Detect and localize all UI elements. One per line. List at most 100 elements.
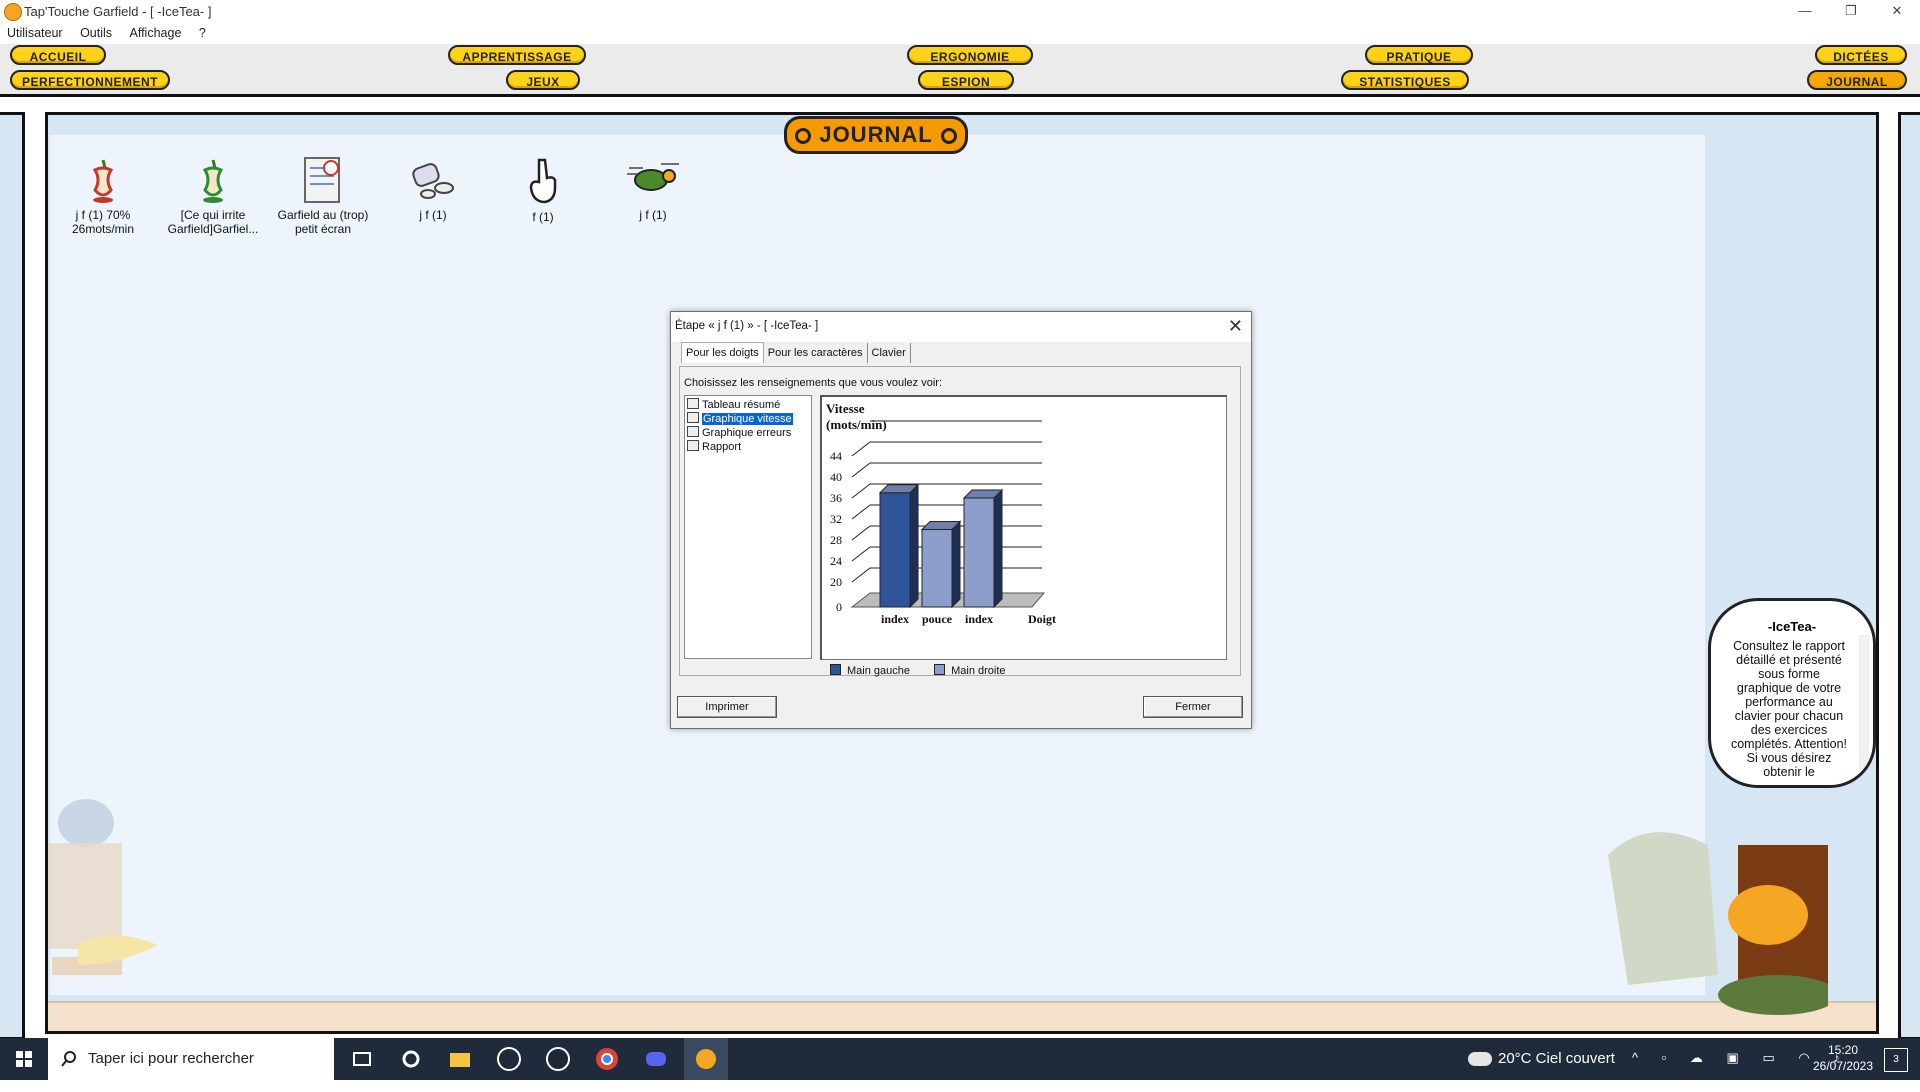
chart-title: (mots/min) bbox=[826, 417, 887, 432]
speed-chart: Vitesse (mots/min) 0 20 24 28 32 36 40 44 index pou… bbox=[820, 395, 1227, 660]
turtle-icon bbox=[627, 163, 679, 191]
dialog-title: Étape « j f (1) » - [ -IceTea- ] bbox=[675, 320, 819, 332]
tree-item-rapport[interactable]: Rapport bbox=[687, 440, 741, 453]
clock[interactable]: 15:20 26/07/2023 bbox=[1798, 1042, 1888, 1074]
chart-icon bbox=[687, 412, 699, 423]
chart-y-tick-label: 32 bbox=[830, 512, 842, 526]
nav-apprentissage-button[interactable]: APPRENTISSAGE bbox=[448, 45, 586, 65]
chart-y-tick-label: 40 bbox=[830, 470, 842, 484]
garfield-taskbar-icon[interactable] bbox=[684, 1038, 728, 1080]
dialog-tabs: Pour les doigts Pour les caractères Clavie… bbox=[681, 342, 911, 366]
nav-dictees-button[interactable]: DICTÉES bbox=[1815, 45, 1907, 65]
chart-title: Vitesse bbox=[826, 401, 865, 416]
nav-espion-button[interactable]: ESPION bbox=[918, 70, 1014, 90]
chart-gridline-slant bbox=[851, 504, 871, 520]
legend-swatch-main-droite bbox=[934, 664, 946, 675]
journal-entry[interactable]: Garfield au (trop) petit écran bbox=[273, 156, 373, 236]
garfield-app-icon bbox=[4, 3, 22, 21]
chart-y-tick-label: 0 bbox=[836, 600, 842, 614]
window-title: Tap'Touche Garfield - [ -IceTea- ] bbox=[24, 4, 212, 19]
chart-bar-side bbox=[993, 488, 1003, 609]
minimize-button[interactable]: — bbox=[1782, 0, 1828, 24]
dialog-title-bar: Étape « j f (1) » - [ -IceTea- ] ✕ bbox=[671, 312, 1251, 342]
taskbar-search-box[interactable]: Taper ici pour rechercher bbox=[48, 1038, 334, 1080]
chart-bar bbox=[921, 529, 953, 608]
chart-gridline-slant bbox=[851, 441, 871, 457]
tab-pour-les-caracteres[interactable]: Pour les caractères bbox=[764, 343, 868, 363]
notifications-icon[interactable]: 3 bbox=[1884, 1048, 1908, 1072]
tree-item-tableau-resume[interactable]: Tableau résumé bbox=[687, 398, 780, 411]
journal-entry[interactable]: f (1) bbox=[493, 156, 593, 224]
left-panel-edge bbox=[0, 112, 25, 1040]
tab-panel: Choisissez les renseignements que vous v… bbox=[679, 366, 1241, 677]
chart-y-tick-label: 20 bbox=[830, 575, 842, 589]
nav-accueil-button[interactable]: ACCUEIL bbox=[10, 45, 106, 65]
settings-icon[interactable] bbox=[397, 1045, 425, 1073]
file-explorer-icon[interactable] bbox=[446, 1045, 474, 1073]
journal-entry-label: j f (1) 70% 26mots/min bbox=[71, 208, 135, 236]
menu-affichage[interactable]: Affichage bbox=[123, 24, 189, 42]
menu-help[interactable]: ? bbox=[192, 24, 213, 42]
apple-core-icon bbox=[202, 159, 224, 203]
notification-count: 3 bbox=[1893, 1054, 1899, 1065]
journal-entry[interactable]: j f (1) bbox=[603, 156, 703, 222]
chart-y-tick-label: 36 bbox=[830, 491, 842, 505]
legend-swatch-main-gauche bbox=[830, 664, 841, 675]
fermer-button[interactable]: Fermer bbox=[1143, 696, 1243, 718]
speed-chart-svg: Vitesse(mots/min) 0 20 24 28 32 36 40 44 index pou… bbox=[826, 401, 1056, 626]
bubble-scrollbar[interactable] bbox=[1859, 635, 1869, 775]
chart-x-tick-label: index bbox=[881, 612, 909, 626]
chart-y-tick-label: 28 bbox=[830, 533, 842, 547]
legend-main-droite: Main droite bbox=[951, 665, 1006, 677]
bubble-user-name: -IceTea- bbox=[1767, 619, 1817, 634]
menu-utilisateur[interactable]: Utilisateur bbox=[0, 24, 70, 42]
tab-clavier[interactable]: Clavier bbox=[868, 343, 911, 363]
weather-widget[interactable]: 20°C Ciel couvert bbox=[1468, 1050, 1615, 1092]
room-furniture-left-decoration bbox=[48, 799, 158, 975]
nav-jeux-button[interactable]: JEUX bbox=[506, 70, 580, 90]
chart-gridline-slant bbox=[851, 525, 871, 541]
chrome-icon[interactable] bbox=[593, 1045, 621, 1073]
chart-gridline-slant bbox=[851, 462, 871, 478]
chart-y-tick-label: 44 bbox=[830, 449, 842, 463]
certificate-icon bbox=[304, 157, 340, 203]
journal-entry[interactable]: j f (1) 70% 26mots/min bbox=[53, 156, 153, 236]
hand-icon bbox=[529, 158, 557, 204]
close-button[interactable]: ✕ bbox=[1874, 0, 1920, 24]
restore-button[interactable]: ❐ bbox=[1828, 0, 1874, 24]
nav-ergonomie-button[interactable]: ERGONOMIE bbox=[907, 45, 1033, 65]
report-icon bbox=[687, 440, 699, 451]
right-panel-edge bbox=[1898, 112, 1920, 1040]
tab-pour-les-doigts[interactable]: Pour les doigts bbox=[681, 342, 764, 363]
tree-item-graphique-vitesse[interactable]: Graphique vitesse bbox=[687, 412, 793, 425]
clock-time: 15:20 bbox=[1827, 1043, 1859, 1057]
dialog-close-icon[interactable]: ✕ bbox=[1228, 316, 1243, 337]
badge-dot-right-icon bbox=[940, 128, 957, 145]
journal-entry[interactable]: [Ce qui irrite Garfield]Garfiel... bbox=[163, 156, 263, 236]
journal-entry[interactable]: j f (1) bbox=[383, 156, 483, 222]
main-navigation: ACCUEIL APPRENTISSAGE ERGONOMIE PRATIQUE… bbox=[0, 44, 1920, 97]
tree-item-graphique-erreurs[interactable]: Graphique erreurs bbox=[687, 426, 791, 439]
pills-icon bbox=[412, 163, 454, 199]
start-button[interactable] bbox=[0, 1038, 48, 1080]
discord-icon[interactable] bbox=[642, 1045, 670, 1073]
chart-gridline-slant bbox=[851, 567, 871, 583]
journal-entry-label: j f (1) bbox=[639, 208, 667, 222]
task-view-icon[interactable] bbox=[348, 1045, 376, 1073]
chart-x-axis-label: Doigt bbox=[1028, 612, 1056, 626]
chart-bar bbox=[879, 492, 911, 608]
steam-icon[interactable] bbox=[544, 1045, 572, 1073]
nav-statistiques-button[interactable]: STATISTIQUES bbox=[1341, 70, 1469, 90]
weather-text: 20°C Ciel couvert bbox=[1498, 1050, 1615, 1067]
dell-icon[interactable] bbox=[495, 1045, 523, 1073]
garfield-speech-bubble: -IceTea- Consultez le rapport détaillé e… bbox=[1708, 598, 1876, 788]
chart-gridline-slant bbox=[851, 546, 871, 562]
nav-journal-button[interactable]: JOURNAL bbox=[1807, 70, 1907, 90]
menu-outils[interactable]: Outils bbox=[73, 24, 119, 42]
journal-entry-label: [Ce qui irrite Garfield]Garfiel... bbox=[167, 208, 259, 236]
nav-perfectionnement-button[interactable]: PERFECTIONNEMENT bbox=[10, 70, 170, 90]
nav-pratique-button[interactable]: PRATIQUE bbox=[1365, 45, 1473, 65]
cloud-sun-icon bbox=[1468, 1052, 1492, 1067]
windows-icon bbox=[16, 1051, 32, 1067]
print-button[interactable]: Imprimer bbox=[677, 696, 777, 718]
